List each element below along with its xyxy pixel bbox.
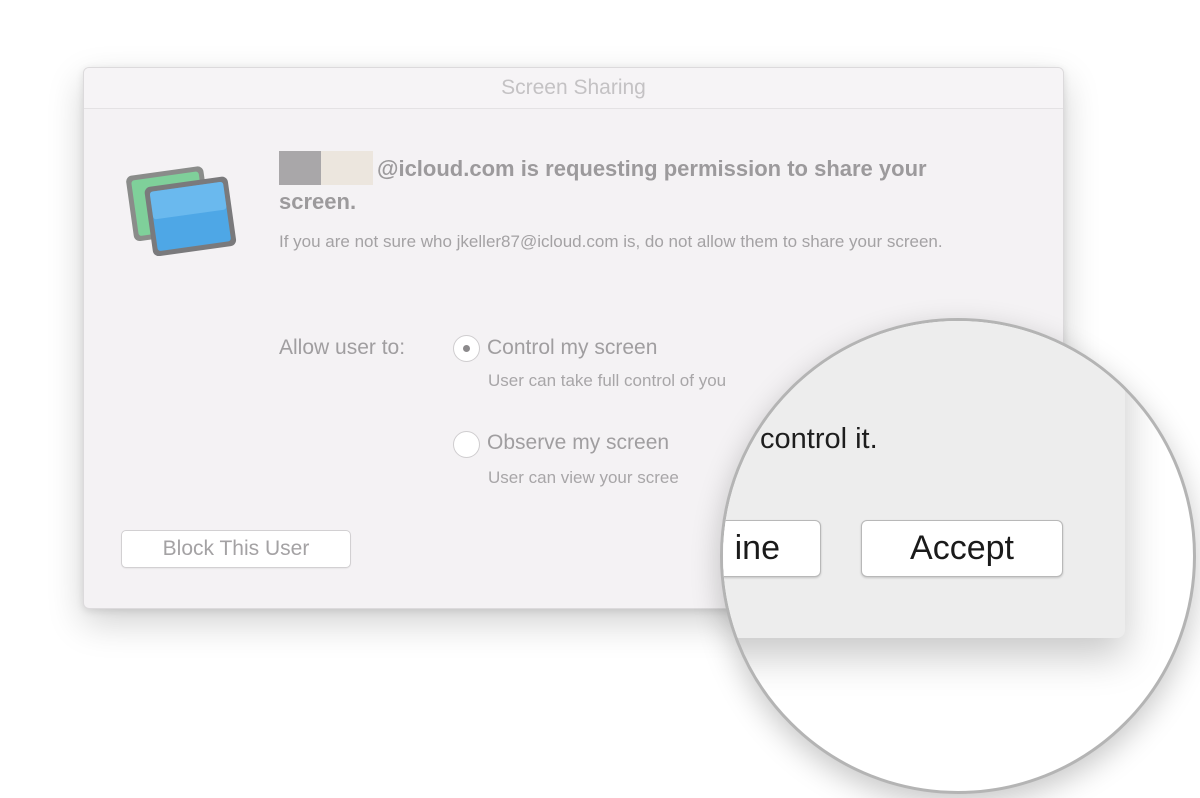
request-heading-text: @icloud.com is requesting permission to … <box>279 156 927 215</box>
window-title: Screen Sharing <box>501 76 646 99</box>
magnifier-callout: control it. ine Accept <box>720 318 1196 794</box>
allow-user-label: Allow user to: <box>279 336 406 359</box>
observe-screen-label[interactable]: Observe my screen <box>487 431 669 455</box>
redacted-name <box>279 151 321 186</box>
observe-screen-description: User can view your scree <box>488 468 679 487</box>
screen-sharing-icon <box>124 156 240 257</box>
warning-text: If you are not sure who jkeller87@icloud… <box>279 232 943 251</box>
control-screen-label[interactable]: Control my screen <box>487 336 657 360</box>
redacted-name-part <box>321 151 373 186</box>
magnified-description-text: control it. <box>760 423 878 455</box>
accept-button[interactable]: Accept <box>861 520 1063 577</box>
title-bar[interactable]: Screen Sharing <box>84 68 1063 109</box>
block-user-button[interactable]: Block This User <box>121 530 351 568</box>
request-heading: @icloud.com is requesting permission to … <box>279 151 999 218</box>
control-screen-radio[interactable] <box>453 335 480 362</box>
control-screen-description: User can take full control of you <box>488 371 727 390</box>
decline-button[interactable]: ine <box>723 520 821 577</box>
observe-screen-radio[interactable] <box>453 431 480 458</box>
magnified-dialog <box>723 321 1125 638</box>
